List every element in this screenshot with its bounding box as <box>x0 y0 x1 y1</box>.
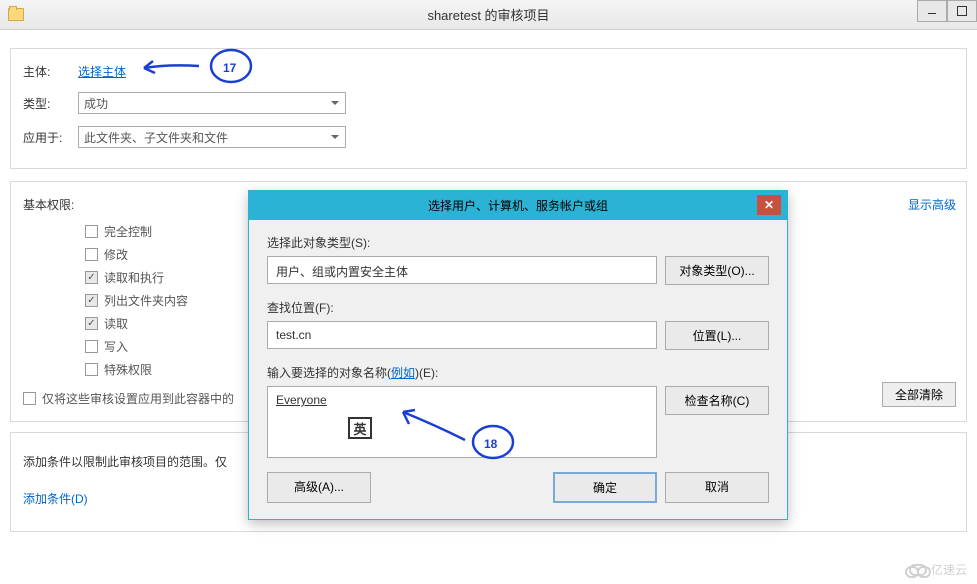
select-user-dialog: 选择用户、计算机、服务帐户或组 ✕ 选择此对象类型(S): 用户、组或内置安全主… <box>248 190 788 520</box>
checkbox-checked-icon <box>85 317 98 330</box>
checkbox-icon <box>85 340 98 353</box>
applies-label: 应用于: <box>23 129 78 146</box>
watermark: 亿速云 <box>909 561 967 578</box>
window-title: sharetest 的审核项目 <box>427 5 549 24</box>
checkbox-icon <box>85 225 98 238</box>
form-panel: 主体: 选择主体 类型: 成功 应用于: 此文件夹、子文件夹和文件 <box>10 48 967 169</box>
object-type-field: 用户、组或内置安全主体 <box>267 256 657 284</box>
locations-button[interactable]: 位置(L)... <box>665 321 769 350</box>
location-field: test.cn <box>267 321 657 349</box>
add-condition-link[interactable]: 添加条件(D) <box>23 492 88 506</box>
object-name-label: 输入要选择的对象名称(例如)(E): <box>267 364 769 381</box>
ime-indicator: 英 <box>348 417 372 439</box>
cancel-button[interactable]: 取消 <box>665 472 769 503</box>
check-names-button[interactable]: 检查名称(C) <box>665 386 769 415</box>
checkbox-checked-icon <box>85 294 98 307</box>
type-label: 类型: <box>23 95 78 112</box>
window-controls <box>917 0 977 22</box>
dialog-title-bar[interactable]: 选择用户、计算机、服务帐户或组 ✕ <box>249 191 787 220</box>
dialog-title: 选择用户、计算机、服务帐户或组 <box>428 197 608 214</box>
ok-button[interactable]: 确定 <box>553 472 657 503</box>
checkbox-icon <box>85 363 98 376</box>
advanced-button[interactable]: 高级(A)... <box>267 472 371 503</box>
checkbox-icon <box>23 392 36 405</box>
show-advanced-link[interactable]: 显示高级 <box>908 196 956 213</box>
location-label: 查找位置(F): <box>267 299 769 316</box>
object-name-input[interactable]: Everyone 英 <box>267 386 657 458</box>
minimize-button[interactable] <box>917 0 947 22</box>
title-bar: sharetest 的审核项目 <box>0 0 977 30</box>
select-principal-link[interactable]: 选择主体 <box>78 63 126 80</box>
checkbox-icon <box>85 248 98 261</box>
principal-label: 主体: <box>23 63 78 80</box>
object-type-label: 选择此对象类型(S): <box>267 234 769 251</box>
clear-all-button[interactable]: 全部清除 <box>882 382 956 407</box>
example-link[interactable]: 例如 <box>391 366 415 380</box>
checkbox-checked-icon <box>85 271 98 284</box>
cloud-icon <box>909 564 927 576</box>
folder-icon <box>8 8 24 21</box>
maximize-button[interactable] <box>947 0 977 22</box>
close-icon[interactable]: ✕ <box>757 195 781 215</box>
applies-select[interactable]: 此文件夹、子文件夹和文件 <box>78 126 346 148</box>
object-types-button[interactable]: 对象类型(O)... <box>665 256 769 285</box>
type-select[interactable]: 成功 <box>78 92 346 114</box>
